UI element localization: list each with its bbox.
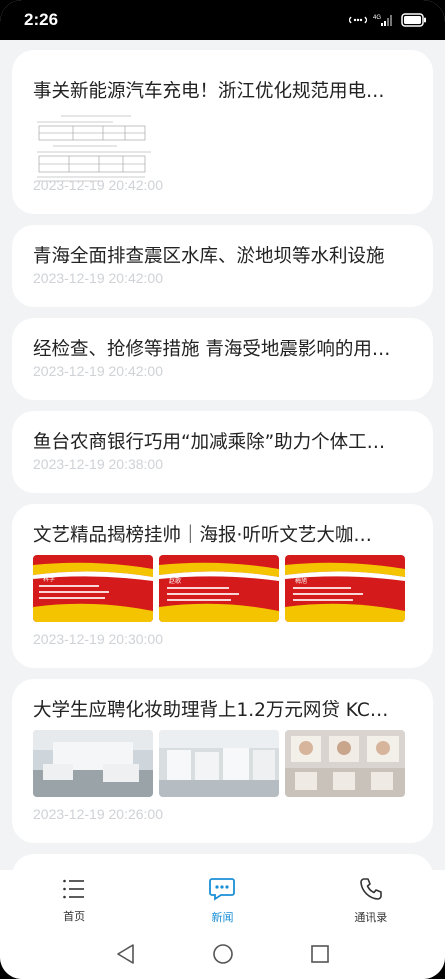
tab-label: 新闻 [211, 911, 234, 924]
news-time: 2023-12-19 20:42:00 [33, 177, 163, 193]
status-bar: 2:26 4G [0, 0, 445, 40]
poster-thumbnail: 科学 [33, 555, 153, 622]
photo-thumbnail [159, 730, 279, 797]
news-time: 2023-12-19 20:42:00 [33, 270, 163, 286]
recents-icon[interactable] [309, 943, 331, 969]
vibrate-icon [349, 14, 367, 26]
status-time: 2:26 [24, 10, 59, 29]
photo-thumbnail [33, 730, 153, 797]
tab-home[interactable]: 首页 [19, 878, 129, 924]
bottom-tab-bar: 首页 新闻 通讯录 [0, 870, 445, 932]
news-card[interactable]: 经检查、抢修等措施 青海受地震影响的用… 2023-12-19 20:42:00 [12, 318, 433, 400]
news-card[interactable]: 青海全面排查震区水库、淤地坝等水利设施 2023-12-19 20:42:00 [12, 225, 433, 307]
photo-thumbnail [285, 730, 405, 797]
news-card[interactable]: 鱼台农商银行巧用“加减乘除”助力个体工… 2023-12-19 20:38:00 [12, 411, 433, 493]
news-time: 2023-12-19 20:42:00 [33, 363, 163, 379]
poster-label: 科学 [43, 575, 55, 583]
news-card[interactable]: 文艺精品揭榜挂帅｜海报·听听文艺大咖… 科学 赵歌 梅旭 2023-12-19 … [12, 504, 433, 668]
system-nav-bar [0, 932, 445, 979]
news-title: 大学生应聘化妆助理背上1.2万元网贷 KC… [33, 700, 389, 721]
news-title: 事关新能源汽车充电！浙江优化规范用电… [33, 81, 385, 102]
phone-icon [359, 877, 383, 905]
tab-label: 通讯录 [354, 911, 388, 924]
poster-thumbnail: 赵歌 [159, 555, 279, 622]
tab-contacts[interactable]: 通讯录 [316, 877, 426, 925]
poster-thumbnails: 科学 赵歌 梅旭 [33, 555, 405, 622]
news-title: 文艺精品揭榜挂帅｜海报·听听文艺大咖… [33, 525, 372, 546]
network-label: 4G [373, 15, 381, 21]
status-icons: 4G [349, 13, 427, 27]
news-title: 青海全面排查震区水库、淤地坝等水利设施 [33, 246, 385, 267]
tab-label: 首页 [63, 910, 86, 923]
news-time: 2023-12-19 20:26:00 [33, 806, 163, 822]
news-time: 2023-12-19 20:38:00 [33, 456, 163, 472]
poster-thumbnail: 梅旭 [285, 555, 405, 622]
chat-icon [209, 877, 236, 905]
photo-thumbnails [33, 730, 405, 797]
poster-label: 赵歌 [169, 577, 181, 585]
signal-icon: 4G [373, 13, 395, 27]
home-icon[interactable] [212, 943, 234, 969]
back-icon[interactable] [115, 943, 137, 969]
document-thumbnail [33, 114, 159, 184]
list-icon [62, 878, 86, 904]
news-card[interactable]: 事关新能源汽车充电！浙江优化规范用电… 2023-12-19 20:42:00 [12, 50, 433, 214]
poster-label: 梅旭 [295, 577, 307, 585]
news-card[interactable] [12, 854, 433, 870]
news-title: 经检查、抢修等措施 青海受地震影响的用… [33, 339, 391, 360]
battery-icon [401, 13, 427, 27]
tab-news[interactable]: 新闻 [167, 877, 277, 925]
news-time: 2023-12-19 20:30:00 [33, 631, 163, 647]
news-list[interactable]: 事关新能源汽车充电！浙江优化规范用电… 2023-12-19 20:42:00 … [0, 40, 445, 870]
news-title: 鱼台农商银行巧用“加减乘除”助力个体工… [33, 432, 386, 453]
phone-screen: 2:26 4G 事关新能源汽车充电！浙江优化规范用电… 2023-12-19 2… [0, 0, 445, 979]
news-card[interactable]: 大学生应聘化妆助理背上1.2万元网贷 KC… 2023-12-19 20:26:… [12, 679, 433, 843]
